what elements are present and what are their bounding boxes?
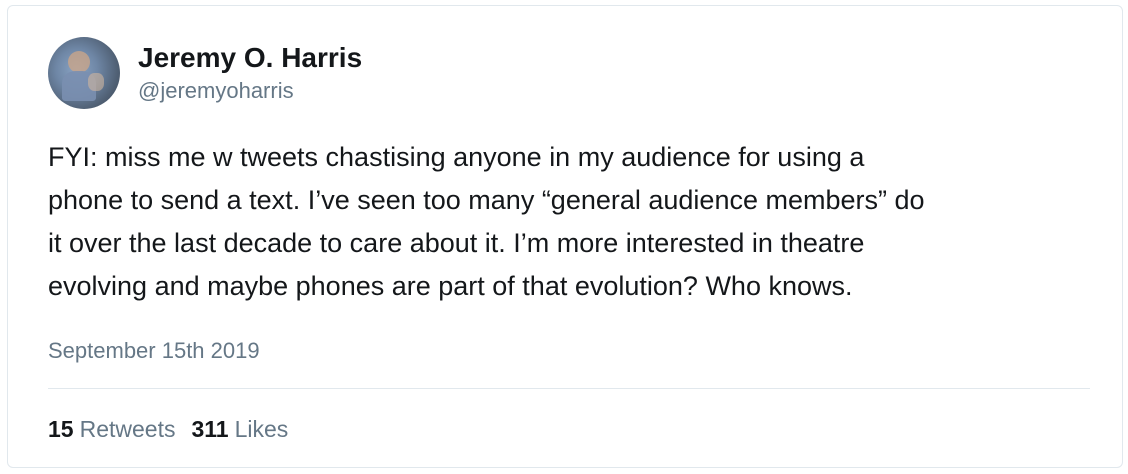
author-handle[interactable]: @jeremyoharris <box>138 76 362 106</box>
tweet-text-line: phone to send a text. I’ve seen too many… <box>48 185 925 215</box>
divider <box>48 388 1090 389</box>
tweet-card: Jeremy O. Harris @jeremyoharris FYI: mis… <box>7 5 1123 468</box>
avatar[interactable] <box>48 37 120 109</box>
tweet-text-line: it over the last decade to care about it… <box>48 228 865 258</box>
avatar-photo-detail <box>88 73 104 91</box>
likes-stat[interactable]: 311 Likes <box>191 414 288 444</box>
likes-count: 311 <box>191 416 229 442</box>
tweet-header: Jeremy O. Harris @jeremyoharris <box>48 36 362 110</box>
tweet-text-line: evolving and maybe phones are part of th… <box>48 271 853 301</box>
retweets-count: 15 <box>48 416 74 442</box>
tweet-text-line: FYI: miss me w tweets chastising anyone … <box>48 142 865 172</box>
likes-label: Likes <box>234 416 289 442</box>
author-display-name[interactable]: Jeremy O. Harris <box>138 40 362 76</box>
retweets-stat[interactable]: 15 Retweets <box>48 414 175 444</box>
tweet-stats: 15 Retweets 311 Likes <box>48 414 288 444</box>
tweet-date[interactable]: September 15th 2019 <box>48 336 260 366</box>
retweets-label: Retweets <box>79 416 176 442</box>
author-names: Jeremy O. Harris @jeremyoharris <box>138 40 362 106</box>
avatar-photo-detail <box>68 51 90 73</box>
tweet-text: FYI: miss me w tweets chastising anyone … <box>48 136 1098 308</box>
